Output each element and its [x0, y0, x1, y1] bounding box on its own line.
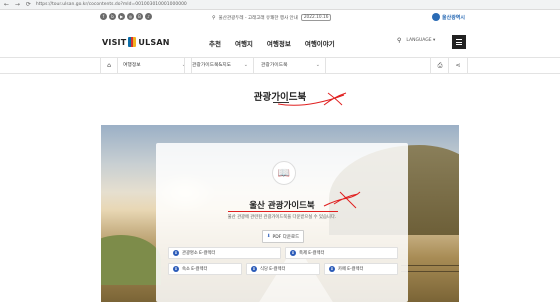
- guidebook-card: 📖 울산 관광가이드북 울산 관광에 관련된 관광가이드북을 다운받으실 수 있…: [156, 143, 408, 302]
- hamburger-icon-bar: [456, 44, 462, 45]
- nav-item-travel-info[interactable]: 여행정보: [267, 38, 291, 48]
- main-nav: 추천 여행지 여행정보 여행이야기: [209, 38, 349, 48]
- search-icon[interactable]: ⚲: [397, 37, 401, 44]
- download-icon: ⬇: [173, 266, 179, 272]
- site-header: VISIT ULSAN 추천 여행지 여행정보 여행이야기 ⚲ LANGUAGE…: [0, 27, 560, 57]
- ebook-button-restaurants[interactable]: ⬇ 식당 E-컬렉터: [246, 263, 320, 275]
- share-icon[interactable]: ⋖: [448, 58, 468, 73]
- card-description: 울산 관광에 관련된 관광가이드북을 다운받으실 수 있습니다.: [227, 215, 337, 220]
- nav-item-travel-stories[interactable]: 여행이야기: [305, 38, 335, 48]
- breadcrumb-label: 관광가이드북&지도: [192, 63, 232, 68]
- utility-bar: f b ▶ ◎ B ♪ ⚲ 울산관광두레 - 고래고래 유쾌한 행사 안내 20…: [0, 9, 560, 27]
- ebook-row-1: ⬇ 관광명소 E-컬렉터 ⬇ 축제 E-컬렉터: [168, 247, 398, 259]
- fence-shape: [401, 265, 459, 266]
- ebook-button-cafes[interactable]: ⬇ 카페 E-컬렉터: [324, 263, 398, 275]
- address-bar[interactable]: https://tour.ulsan.go.kr/cocontents.do?m…: [36, 2, 187, 7]
- city-logo-text: 울산광역시: [442, 14, 466, 21]
- title-underline: [273, 102, 289, 103]
- social-links: f b ▶ ◎ B ♪: [100, 13, 152, 20]
- breadcrumb-label: 여행정보: [123, 63, 141, 68]
- download-icon: ⬇: [329, 266, 335, 272]
- breadcrumb-label: 관광가이드북: [261, 63, 288, 68]
- download-icon: ⬇: [251, 266, 257, 272]
- ebook-label: 숙소 E-컬렉터: [182, 267, 208, 272]
- instagram-icon[interactable]: ◎: [127, 13, 134, 20]
- ebook-label: 카페 E-컬렉터: [338, 267, 364, 272]
- city-logo[interactable]: 울산광역시: [432, 13, 465, 21]
- band-icon[interactable]: B: [136, 13, 143, 20]
- language-selector[interactable]: LANGUAGE ▾: [406, 38, 435, 43]
- ebook-row-2: ⬇ 숙소 E-컬렉터 ⬇ 식당 E-컬렉터 ⬇ 카페 E-컬렉터: [168, 263, 398, 275]
- hamburger-icon-bar: [456, 39, 462, 40]
- breadcrumb: ⌂ 여행정보 ⌄ 관광가이드북&지도 ⌄ 관광가이드북 ⌄ ⎙ ⋖: [0, 57, 560, 74]
- breadcrumb-level-1[interactable]: 여행정보 ⌄: [116, 58, 192, 73]
- ebook-label: 관광명소 E-컬렉터: [182, 251, 216, 256]
- ebook-label: 식당 E-컬렉터: [260, 267, 286, 272]
- site-logo[interactable]: VISIT ULSAN: [102, 37, 170, 47]
- logo-text-ulsan: ULSAN: [138, 37, 170, 47]
- header-tools: ⚲ LANGUAGE ▾: [397, 37, 435, 44]
- ebook-button-attractions[interactable]: ⬇ 관광명소 E-컬렉터: [168, 247, 281, 259]
- download-icon: ⬇: [266, 234, 271, 239]
- nav-item-recommend[interactable]: 추천: [209, 38, 221, 48]
- breadcrumb-level-2[interactable]: 관광가이드북&지도 ⌄: [184, 58, 254, 73]
- ebook-button-lodging[interactable]: ⬇ 숙소 E-컬렉터: [168, 263, 242, 275]
- logo-emblem-icon: [128, 37, 137, 47]
- tiktok-icon[interactable]: ♪: [145, 13, 152, 20]
- card-title: 울산 관광가이드북: [249, 201, 315, 211]
- nav-item-destinations[interactable]: 여행지: [235, 38, 253, 48]
- ebook-label: 축제 E-컬렉터: [299, 251, 325, 256]
- pdf-download-label: PDF 다운로드: [272, 234, 300, 240]
- ebook-button-festivals[interactable]: ⬇ 축제 E-컬렉터: [285, 247, 398, 259]
- breadcrumb-level-3[interactable]: 관광가이드북 ⌄: [254, 58, 326, 73]
- facebook-icon[interactable]: f: [100, 13, 107, 20]
- notice-text[interactable]: 울산관광두레 - 고래고래 유쾌한 행사 안내: [219, 15, 298, 21]
- browser-nav-buttons[interactable]: ← → ⟳: [4, 1, 33, 8]
- blog-icon[interactable]: b: [109, 13, 116, 20]
- download-icon: ⬇: [290, 250, 296, 256]
- book-icon: 📖: [272, 161, 296, 185]
- pdf-download-button[interactable]: ⬇ PDF 다운로드: [262, 230, 304, 243]
- download-icon: ⬇: [173, 250, 179, 256]
- logo-text-visit: VISIT: [102, 37, 127, 47]
- notice-ticker[interactable]: ⚲ 울산관광두레 - 고래고래 유쾌한 행사 안내 2022.10.16: [212, 14, 332, 21]
- location-pin-icon: ⚲: [212, 14, 216, 21]
- page-title: 관광가이드북: [253, 92, 307, 103]
- city-emblem-icon: [432, 13, 440, 21]
- chevron-down-icon: ⌄: [315, 62, 320, 68]
- chevron-down-icon: ⌄: [243, 62, 248, 68]
- hill-shape: [101, 235, 161, 285]
- print-icon[interactable]: ⎙: [430, 58, 449, 73]
- notice-date: 2022.10.16: [300, 14, 332, 21]
- hamburger-icon-bar: [456, 41, 462, 43]
- youtube-icon[interactable]: ▶: [118, 13, 125, 20]
- menu-button[interactable]: [452, 35, 466, 49]
